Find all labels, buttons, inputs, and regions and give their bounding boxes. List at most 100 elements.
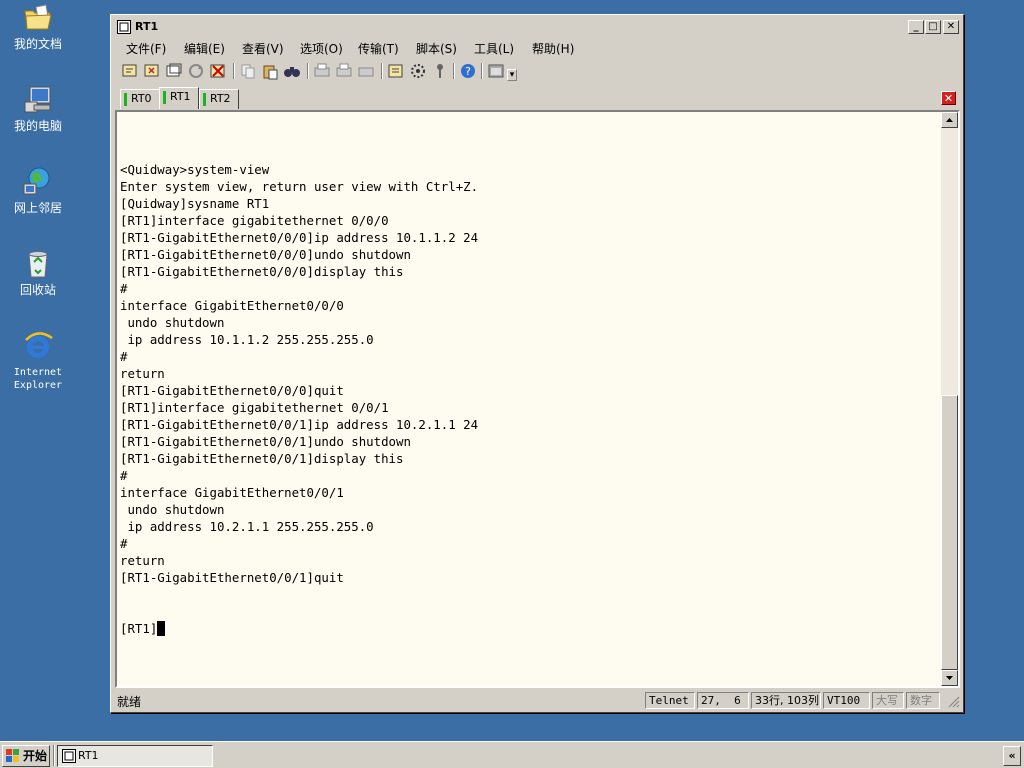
window-title: RT1 xyxy=(135,20,159,33)
menu-transfer[interactable]: 传输(T) xyxy=(358,40,399,57)
status-protocol: Telnet xyxy=(645,692,695,709)
text-cursor xyxy=(157,621,166,636)
terminal-line: ip address 10.2.1.1 255.255.255.0 xyxy=(120,519,374,534)
disconnect-icon[interactable] xyxy=(209,62,227,80)
session-icon[interactable] xyxy=(165,62,183,80)
terminal-frame: <Quidway>system-view Enter system view, r… xyxy=(115,110,960,688)
status-ready: 就绪 xyxy=(117,695,142,709)
status-num-lock: 数字 xyxy=(906,692,940,709)
terminal-line: [RT1-GigabitEthernet0/0/0]undo shutdown xyxy=(120,247,411,262)
menu-edit[interactable]: 编辑(E) xyxy=(184,40,225,57)
desktop-icon-label: Internet xyxy=(13,367,63,378)
menu-options[interactable]: 选项(O) xyxy=(300,40,343,57)
menu-script[interactable]: 脚本(S) xyxy=(416,40,457,57)
terminal-line: [RT1-GigabitEthernet0/0/0]quit xyxy=(120,383,344,398)
scrollbar-thumb[interactable] xyxy=(941,395,958,670)
menu-view[interactable]: 查看(V) xyxy=(242,40,284,57)
find-icon[interactable] xyxy=(283,62,301,80)
close-button[interactable]: ✕ xyxy=(943,20,959,34)
toolbar-overflow-icon[interactable]: ▾ xyxy=(507,69,517,81)
print-icon[interactable] xyxy=(313,62,331,80)
terminal-line: [RT1-GigabitEthernet0/0/1]quit xyxy=(120,570,344,585)
help-icon[interactable]: ? xyxy=(459,62,477,80)
start-button[interactable]: 开始 xyxy=(2,745,50,767)
terminal-line: [Quidway]sysname RT1 xyxy=(120,196,270,211)
minimize-icon: _ xyxy=(913,21,919,32)
maximize-button[interactable]: □ xyxy=(925,20,941,34)
taskbar-button-label: RT1 xyxy=(78,749,99,762)
menu-bar: 文件(F) 编辑(E) 查看(V) 选项(O) 传输(T) 脚本(S) 工具(L… xyxy=(114,37,960,57)
print-selection-icon[interactable] xyxy=(335,62,353,80)
tab-label: RT1 xyxy=(170,90,191,103)
terminal-line: interface GigabitEthernet0/0/1 xyxy=(120,485,344,500)
taskbar: 开始 RT1 « xyxy=(0,741,1024,768)
paste-icon[interactable] xyxy=(261,62,279,80)
menu-file[interactable]: 文件(F) xyxy=(126,40,166,57)
status-emulation: VT100 xyxy=(823,692,870,709)
desktop-icon-recycle-bin[interactable]: 回收站 xyxy=(4,248,72,297)
menu-tools[interactable]: 工具(L) xyxy=(474,40,514,57)
connected-indicator-icon xyxy=(124,93,127,106)
network-icon xyxy=(22,166,54,198)
status-cursor-position: 27, 6 xyxy=(697,692,749,709)
minimize-button[interactable]: _ xyxy=(908,20,924,34)
terminal-line: # xyxy=(120,281,128,296)
tab-rt0[interactable]: RT0 xyxy=(120,89,160,109)
close-tab-button[interactable]: ✕ xyxy=(941,91,956,105)
taskbar-button-rt1[interactable]: RT1 xyxy=(57,745,213,767)
title-bar[interactable]: RT1 _ □ ✕ xyxy=(114,18,960,36)
scroll-down-button[interactable] xyxy=(941,670,958,686)
ie-icon xyxy=(22,330,54,362)
tab-label: RT0 xyxy=(131,92,152,105)
terminal-line: [RT1]interface gigabitethernet 0/0/0 xyxy=(120,213,389,228)
tab-view-icon[interactable] xyxy=(487,62,505,80)
global-options-icon[interactable] xyxy=(409,62,427,80)
desktop-icon-my-documents[interactable]: 我的文档 xyxy=(4,2,72,51)
svg-text:?: ? xyxy=(465,65,471,78)
resize-grip-icon[interactable] xyxy=(946,694,960,708)
connected-indicator-icon xyxy=(203,93,206,106)
status-bar: 就绪 Telnet 27, 6 33行, 103列 VT100 大写 数字 xyxy=(114,690,960,710)
menu-help[interactable]: 帮助(H) xyxy=(532,40,574,57)
computer-icon xyxy=(22,84,54,116)
connect-icon[interactable] xyxy=(121,62,139,80)
terminal-line: <Quidway>system-view xyxy=(120,162,270,177)
toolbar-separator xyxy=(381,63,383,79)
desktop-icon-internet-explorer[interactable]: Internet Explorer xyxy=(4,330,72,392)
tray-expand-button[interactable]: « xyxy=(1003,746,1021,766)
session-options-icon[interactable] xyxy=(387,62,405,80)
status-caps-lock: 大写 xyxy=(872,692,904,709)
terminal-line: Enter system view, return user view with… xyxy=(120,179,479,194)
tab-rt1[interactable]: RT1 xyxy=(159,87,199,109)
scroll-up-button[interactable] xyxy=(941,112,958,128)
tab-rt2[interactable]: RT2 xyxy=(199,89,239,109)
terminal-line: # xyxy=(120,468,128,483)
chevron-left-icon: « xyxy=(1008,749,1016,762)
terminal-prompt-line: [RT1] xyxy=(120,620,942,637)
app-icon xyxy=(62,749,76,768)
close-icon: ✕ xyxy=(943,92,954,105)
quick-connect-icon[interactable] xyxy=(143,62,161,80)
terminal-output[interactable]: <Quidway>system-view Enter system view, r… xyxy=(117,112,942,686)
desktop-icon-my-computer[interactable]: 我的电脑 xyxy=(4,84,72,133)
terminal-line: [RT1-GigabitEthernet0/0/1]undo shutdown xyxy=(120,434,411,449)
terminal-line: undo shutdown xyxy=(120,315,225,330)
printer-setup-icon[interactable] xyxy=(357,62,375,80)
keymap-icon[interactable] xyxy=(431,62,449,80)
terminal-line: [RT1-GigabitEthernet0/0/1]display this xyxy=(120,451,404,466)
folder-icon xyxy=(22,2,54,34)
reconnect-icon[interactable] xyxy=(187,62,205,80)
toolbar-separator xyxy=(453,63,455,79)
terminal-line: [RT1-GigabitEthernet0/0/0]ip address 10.… xyxy=(120,230,479,245)
tab-label: RT2 xyxy=(210,92,231,105)
toolbar-separator xyxy=(233,63,235,79)
vertical-scrollbar[interactable] xyxy=(941,112,958,686)
terminal-line: return xyxy=(120,366,165,381)
terminal-line: [RT1-GigabitEthernet0/0/1]ip address 10.… xyxy=(120,417,479,432)
toolbar-separator xyxy=(481,63,483,79)
taskbar-separator xyxy=(53,745,55,766)
start-label: 开始 xyxy=(23,749,48,763)
copy-icon[interactable] xyxy=(239,62,257,80)
desktop-icon-network[interactable]: 网上邻居 xyxy=(4,166,72,215)
terminal-line: interface GigabitEthernet0/0/0 xyxy=(120,298,344,313)
